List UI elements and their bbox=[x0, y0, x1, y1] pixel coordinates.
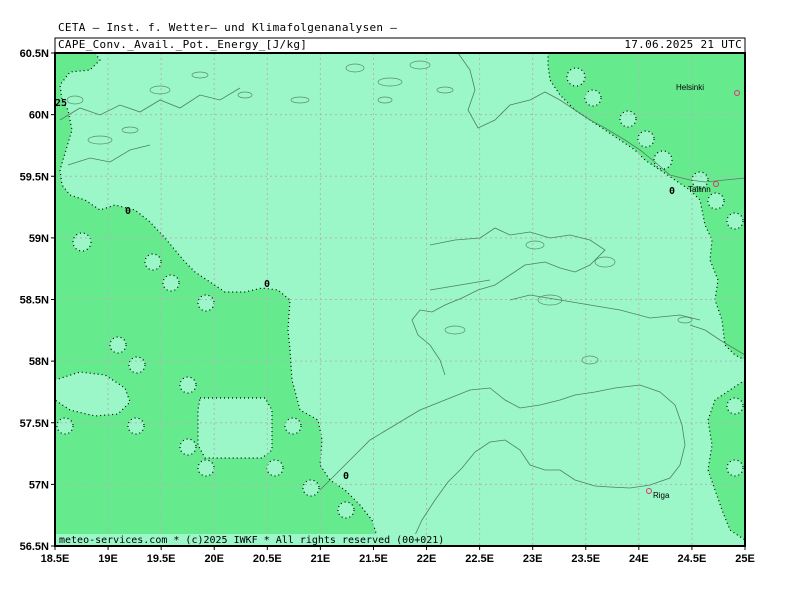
lat-label: 60.5N bbox=[20, 48, 49, 60]
lon-label: 21E bbox=[311, 553, 331, 565]
lat-label: 58.5N bbox=[20, 295, 49, 307]
title-frame bbox=[54, 37, 746, 54]
latitude-labels: 60.5N 60N 59.5N 59N 58.5N 58N 57.5N 57N 56.5N bbox=[20, 48, 55, 553]
city-label-tallinn: Tallinn bbox=[688, 185, 711, 194]
lat-label: 58N bbox=[29, 356, 49, 368]
lat-label: 59N bbox=[29, 233, 49, 245]
longitude-labels: 18.5E 19E 19.5E 20E 20.5E 21E 21.5E 22E 22.5E 23E… bbox=[41, 546, 755, 565]
cape-map: Helsinki Tallinn Riga 0 0 0 0 25 60.5N60… bbox=[20, 37, 755, 565]
lon-label: 24E bbox=[629, 553, 649, 565]
lon-label: 22.5E bbox=[465, 553, 494, 565]
lon-label: 23E bbox=[523, 553, 543, 565]
city-label-helsinki: Helsinki bbox=[676, 83, 704, 92]
city-label-riga: Riga bbox=[653, 491, 670, 500]
lon-label: 21.5E bbox=[359, 553, 388, 565]
lon-label: 20.5E bbox=[253, 553, 282, 565]
lon-label: 20E bbox=[204, 553, 224, 565]
lon-label: 23.5E bbox=[571, 553, 600, 565]
contour-label: 0 bbox=[343, 471, 349, 482]
lat-label: 57N bbox=[29, 479, 49, 491]
lon-label: 25E bbox=[735, 553, 755, 565]
lon-label: 19.5E bbox=[147, 553, 176, 565]
footer-copyright: meteo-services.com * (c)2025 IWKF * All … bbox=[59, 535, 444, 546]
lat-label: 56.5N bbox=[20, 541, 49, 553]
lon-label: 24.5E bbox=[678, 553, 707, 565]
lon-label: 19E bbox=[98, 553, 118, 565]
lat-label: 59.5N bbox=[20, 171, 49, 183]
lon-label: 22E bbox=[417, 553, 437, 565]
contour-label: 0 bbox=[125, 206, 131, 217]
contour-label: 0 bbox=[264, 279, 270, 290]
lat-label: 57.5N bbox=[20, 418, 49, 430]
contour-label: 0 bbox=[669, 186, 675, 197]
lat-label: 60N bbox=[29, 110, 49, 122]
lon-label: 18.5E bbox=[41, 553, 70, 565]
edge-value-label: 25 bbox=[55, 98, 67, 109]
